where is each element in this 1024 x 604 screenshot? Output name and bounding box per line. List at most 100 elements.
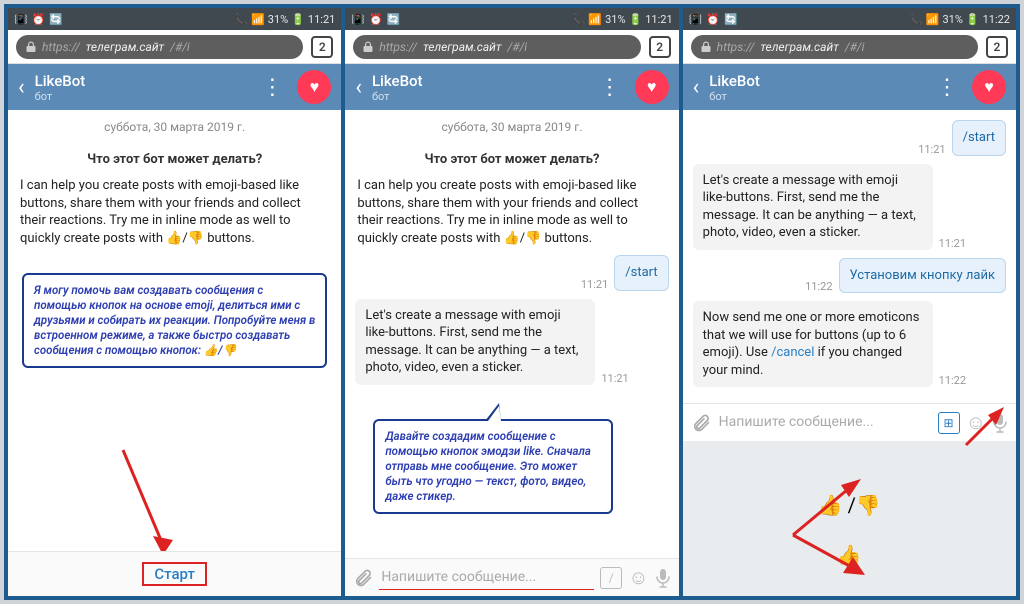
signal-icon: 📶: [251, 13, 265, 26]
bot-intro-text: I can help you create posts with emoji-b…: [18, 177, 331, 247]
chat-body: суббота, 30 марта 2019 г. Что этот бот м…: [8, 110, 341, 551]
sync-icon: 🔄: [387, 13, 401, 26]
more-menu-icon[interactable]: ⋮: [595, 75, 625, 100]
start-button[interactable]: Старт: [8, 552, 341, 596]
vibrate-icon: 📳: [689, 13, 703, 26]
date-separator: суббота, 30 марта 2019 г.: [355, 120, 668, 134]
sync-icon: 🔄: [49, 13, 63, 26]
heart-button[interactable]: ♥: [635, 70, 669, 104]
outgoing-message-row: 11:22 Установим кнопку лайк: [693, 258, 1006, 294]
browser-bar: https:// телеграм.сайт /#/i 2: [8, 30, 341, 64]
incoming-message-bubble[interactable]: Let's create a message with emoji like-b…: [355, 299, 595, 385]
lock-icon: [26, 41, 36, 53]
back-icon[interactable]: ‹: [693, 75, 700, 100]
chat-body: суббота, 30 марта 2019 г. Что этот бот м…: [345, 110, 678, 558]
incoming-message-bubble[interactable]: Now send me one or more emoticons that w…: [693, 301, 933, 387]
vibrate-icon: 📳: [14, 13, 28, 26]
chat-bottom-bar: Напишите сообщение... / ☺: [345, 558, 678, 596]
bot-intro-text: I can help you create posts with emoji-b…: [355, 177, 668, 247]
sticker-panel[interactable]: 👍 /👎 👍: [683, 441, 1016, 596]
message-time: 11:21: [581, 278, 608, 291]
emoji-button[interactable]: ☺: [628, 565, 648, 590]
status-bar: 📳 ⏰ 🔄 📞 📶 31% 🔋 11:21: [345, 8, 678, 30]
more-menu-icon[interactable]: ⋮: [932, 75, 962, 100]
alarm-icon: ⏰: [706, 13, 720, 26]
url-box[interactable]: https://телеграм.сайт/#/i: [353, 35, 640, 59]
battery-percent: 31%: [268, 13, 288, 26]
status-bar: 📳 ⏰ 🔄 📞 📶 31% 🔋 11:21: [8, 8, 341, 30]
keyboard-grid-button[interactable]: ⊞: [938, 412, 960, 434]
translation-text: Давайте создадим сообщение с помощью кно…: [385, 429, 591, 503]
url-scheme: https://: [42, 40, 80, 54]
status-time: 11:21: [645, 13, 672, 26]
chat-title: LikeBot: [35, 72, 248, 90]
more-menu-icon[interactable]: ⋮: [257, 75, 287, 100]
signal-icon: 📶: [926, 13, 940, 26]
phone-icon: 📞: [572, 13, 586, 26]
heart-button[interactable]: ♥: [297, 70, 331, 104]
chat-bottom-bar: Напишите сообщение... ⊞ ☺ 👍 /👎 👍: [683, 403, 1016, 596]
message-time: 11:21: [601, 372, 628, 385]
translation-callout: Давайте создадим сообщение с помощью кно…: [373, 419, 613, 514]
translation-callout: Я могу помочь вам создавать сообщения с …: [22, 273, 327, 368]
back-icon[interactable]: ‹: [18, 75, 25, 100]
mic-button[interactable]: [655, 568, 671, 588]
browser-bar: https://телеграм.сайт/#/i 2: [345, 30, 678, 64]
outgoing-message-bubble[interactable]: /start: [614, 255, 668, 291]
outgoing-message-bubble[interactable]: /start: [952, 120, 1006, 156]
incoming-message-row: Let's create a message with emoji like-b…: [355, 299, 668, 385]
annotation-arrow-fork: [783, 475, 903, 585]
outgoing-message-bubble[interactable]: Установим кнопку лайк: [839, 258, 1006, 294]
url-box[interactable]: https:// телеграм.сайт /#/i: [16, 35, 303, 59]
battery-icon: 🔋: [291, 13, 305, 26]
chat-bottom-bar: Старт: [8, 551, 341, 596]
alarm-icon: ⏰: [32, 13, 46, 26]
sticker-option-2[interactable]: 👍: [683, 543, 1016, 567]
sticker-option-1[interactable]: 👍 /👎: [683, 493, 1016, 517]
incoming-message-row: Now send me one or more emoticons that w…: [693, 301, 1006, 387]
tab-count-button[interactable]: 2: [311, 36, 333, 58]
emoji-button[interactable]: ☺: [966, 410, 986, 435]
tab-count-button[interactable]: 2: [649, 36, 671, 58]
status-time: 11:21: [308, 13, 335, 26]
url-host: телеграм.сайт: [86, 40, 164, 54]
chat-header: ‹ LikeBot бот ⋮ ♥: [345, 64, 678, 110]
chat-header: ‹ LikeBot бот ⋮ ♥: [8, 64, 341, 110]
signal-icon: 📶: [588, 13, 602, 26]
screenshot-frame: 📳 ⏰ 🔄 📞 📶 31% 🔋 11:21 https:// телеграм.с…: [4, 4, 1020, 600]
heart-button[interactable]: ♥: [972, 70, 1006, 104]
incoming-message-row: Let's create a message with emoji like-b…: [693, 164, 1006, 250]
mic-button[interactable]: [992, 413, 1008, 433]
alarm-icon: ⏰: [369, 13, 383, 26]
annotation-arrow: [103, 440, 183, 551]
incoming-message-bubble[interactable]: Let's create a message with emoji like-b…: [693, 164, 933, 250]
status-time: 11:22: [983, 13, 1010, 26]
lock-icon: [363, 41, 373, 53]
status-bar: 📳 ⏰ 🔄 📞 📶 31% 🔋 11:22: [683, 8, 1016, 30]
chat-subtitle: бот: [35, 90, 248, 103]
back-icon[interactable]: ‹: [355, 75, 362, 100]
chat-body: 11:21 /start Let's create a message with…: [683, 110, 1016, 403]
attach-icon[interactable]: [691, 413, 711, 433]
bot-heading: Что этот бот может делать?: [18, 152, 331, 167]
phone-panel-3: 📳 ⏰ 🔄 📞 📶 31% 🔋 11:22 https://телеграм.с…: [683, 8, 1016, 596]
lock-icon: [701, 41, 711, 53]
phone-panel-1: 📳 ⏰ 🔄 📞 📶 31% 🔋 11:21 https:// телеграм.с…: [8, 8, 341, 596]
message-input[interactable]: Напишите сообщение...: [379, 565, 594, 590]
chat-header: ‹ LikeBot бот ⋮ ♥: [683, 64, 1016, 110]
cancel-command-link[interactable]: /cancel: [771, 345, 814, 360]
browser-bar: https://телеграм.сайт/#/i 2: [683, 30, 1016, 64]
attach-icon[interactable]: [353, 568, 373, 588]
battery-icon: 🔋: [966, 13, 980, 26]
date-separator: суббота, 30 марта 2019 г.: [18, 120, 331, 134]
url-path: /#/i: [170, 40, 190, 54]
vibrate-icon: 📳: [351, 13, 365, 26]
tab-count-button[interactable]: 2: [986, 36, 1008, 58]
sync-icon: 🔄: [724, 13, 738, 26]
url-box[interactable]: https://телеграм.сайт/#/i: [691, 35, 978, 59]
message-input[interactable]: Напишите сообщение...: [717, 410, 932, 435]
commands-button[interactable]: /: [600, 567, 622, 589]
translation-text: Я могу помочь вам создавать сообщения с …: [34, 283, 315, 357]
phone-icon: 📞: [909, 13, 923, 26]
battery-percent: 31%: [605, 13, 625, 26]
